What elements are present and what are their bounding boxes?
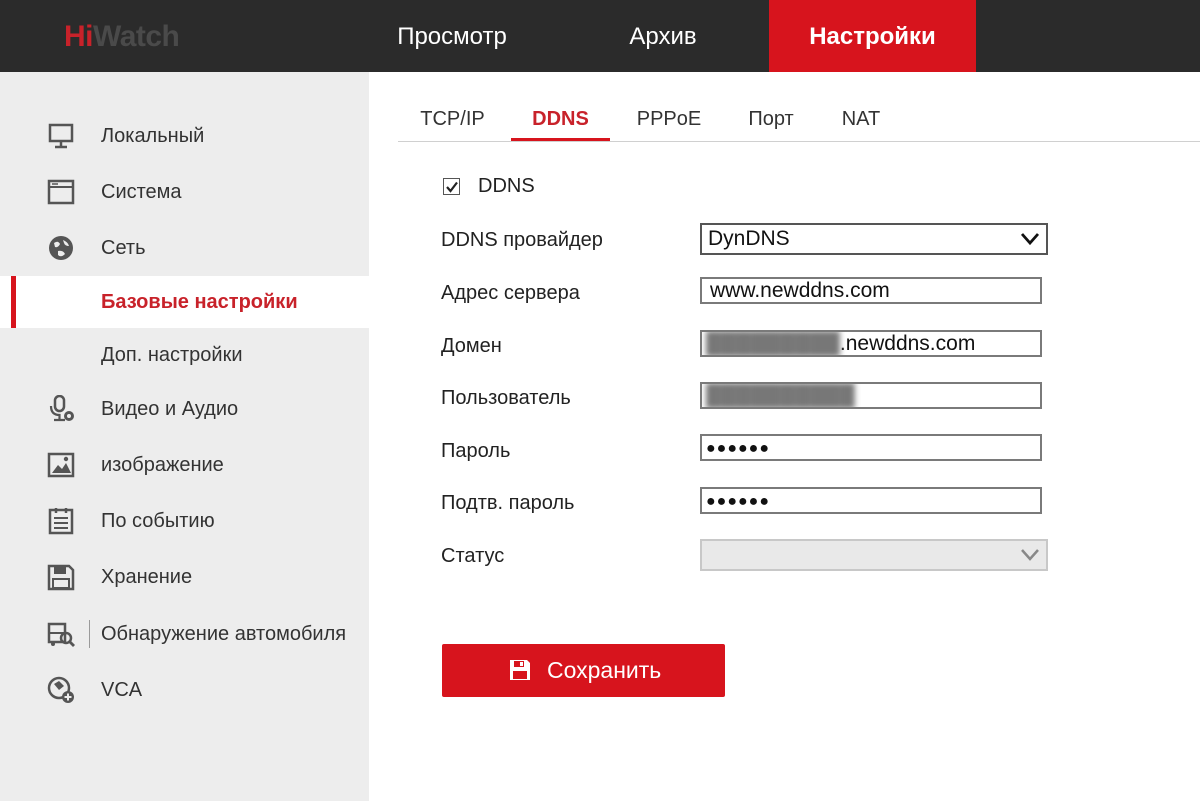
tab-port[interactable]: Порт <box>739 101 803 141</box>
save-button-label: Сохранить <box>547 657 662 683</box>
sidebar-item-basic-settings[interactable]: Базовые настройки <box>0 276 369 328</box>
chevron-down-icon <box>1020 233 1040 246</box>
save-button[interactable]: Сохранить <box>442 644 725 697</box>
sidebar-item-image[interactable]: изображение <box>0 439 369 491</box>
provider-label: DDNS провайдер <box>441 229 603 251</box>
sidebar-item-label: изображение <box>101 454 224 476</box>
sidebar-item-network[interactable]: Сеть <box>0 222 369 274</box>
sidebar-item-label: Система <box>101 181 182 203</box>
status-select <box>700 539 1048 571</box>
provider-value: DynDNS <box>708 227 790 250</box>
ddns-enable-checkbox[interactable] <box>443 178 460 195</box>
window-icon <box>47 179 75 205</box>
sidebar-item-label: По событию <box>101 510 215 532</box>
sidebar-item-label: Локальный <box>101 125 205 147</box>
sidebar-item-label: Обнаружение автомобиля <box>101 623 347 645</box>
sidebar-item-event[interactable]: По событию <box>0 495 369 547</box>
image-icon <box>47 452 75 478</box>
sidebar-item-label: VCA <box>101 679 143 701</box>
tab-divider <box>398 141 1200 142</box>
vca-icon <box>47 676 74 703</box>
sidebar-item-storage[interactable]: Хранение <box>0 551 369 603</box>
user-input[interactable]: ██████████ <box>700 382 1042 409</box>
monitor-icon <box>48 123 74 149</box>
confirm-password-input[interactable]: ●●●●●● <box>700 487 1042 514</box>
tab-tcpip[interactable]: TCP/IP <box>411 101 494 141</box>
sidebar-item-label: Видео и Аудио <box>101 398 239 420</box>
sidebar-item-advanced-settings[interactable]: Доп. настройки <box>0 329 369 381</box>
sidebar-item-label: Базовые настройки <box>101 291 298 313</box>
sidebar-item-label: Хранение <box>101 566 193 588</box>
nav-settings[interactable]: Настройки <box>769 0 976 72</box>
user-redacted: ██████████ <box>706 384 855 407</box>
event-list-icon <box>48 508 74 535</box>
floppy-icon <box>47 564 75 591</box>
vehicle-search-icon <box>47 622 75 647</box>
sidebar-item-video-audio[interactable]: Видео и Аудио <box>0 383 369 435</box>
user-label: Пользователь <box>441 387 571 409</box>
server-address-label: Адрес сервера <box>441 282 580 304</box>
domain-redacted: █████████ <box>706 332 840 355</box>
floppy-icon <box>510 660 530 680</box>
microphone-camera-icon <box>49 395 74 422</box>
domain-input[interactable]: █████████.newddns.com <box>700 330 1042 357</box>
check-icon <box>445 181 458 193</box>
active-indicator <box>11 276 16 328</box>
sidebar-item-label: Доп. настройки <box>101 344 243 366</box>
nav-archive[interactable]: Архив <box>583 0 743 72</box>
sidebar-item-vehicle-detection[interactable]: Обнаружение автомобиля <box>0 608 369 660</box>
password-label: Пароль <box>441 440 511 462</box>
divider <box>89 620 90 648</box>
sidebar-item-label: Сеть <box>101 237 146 259</box>
server-address-input[interactable]: www.newddns.com <box>700 277 1042 304</box>
globe-icon <box>49 236 73 260</box>
nav-view[interactable]: Просмотр <box>372 0 532 72</box>
tab-nat[interactable]: NAT <box>832 101 890 141</box>
sidebar-item-local[interactable]: Локальный <box>0 110 369 162</box>
sidebar-item-vca[interactable]: VCA <box>0 664 369 716</box>
ddns-enable-label: DDNS <box>478 175 535 197</box>
domain-suffix: .newddns.com <box>839 332 976 355</box>
top-bar: HiWatch Просмотр Архив Настройки <box>0 0 1200 72</box>
hiwatch-logo: HiWatch <box>64 20 180 53</box>
confirm-password-label: Подтв. пароль <box>441 492 575 514</box>
tab-ddns[interactable]: DDNS <box>511 101 610 141</box>
sidebar: Локальный Система Сеть Базовые настройки… <box>0 72 369 801</box>
password-input[interactable]: ●●●●●● <box>700 434 1042 461</box>
tab-pppoe[interactable]: PPPoE <box>627 101 711 141</box>
domain-label: Домен <box>441 335 502 357</box>
chevron-down-icon <box>1021 549 1039 561</box>
status-label: Статус <box>441 545 505 567</box>
sidebar-item-system[interactable]: Система <box>0 166 369 218</box>
ddns-provider-select[interactable]: DynDNS <box>700 223 1048 255</box>
